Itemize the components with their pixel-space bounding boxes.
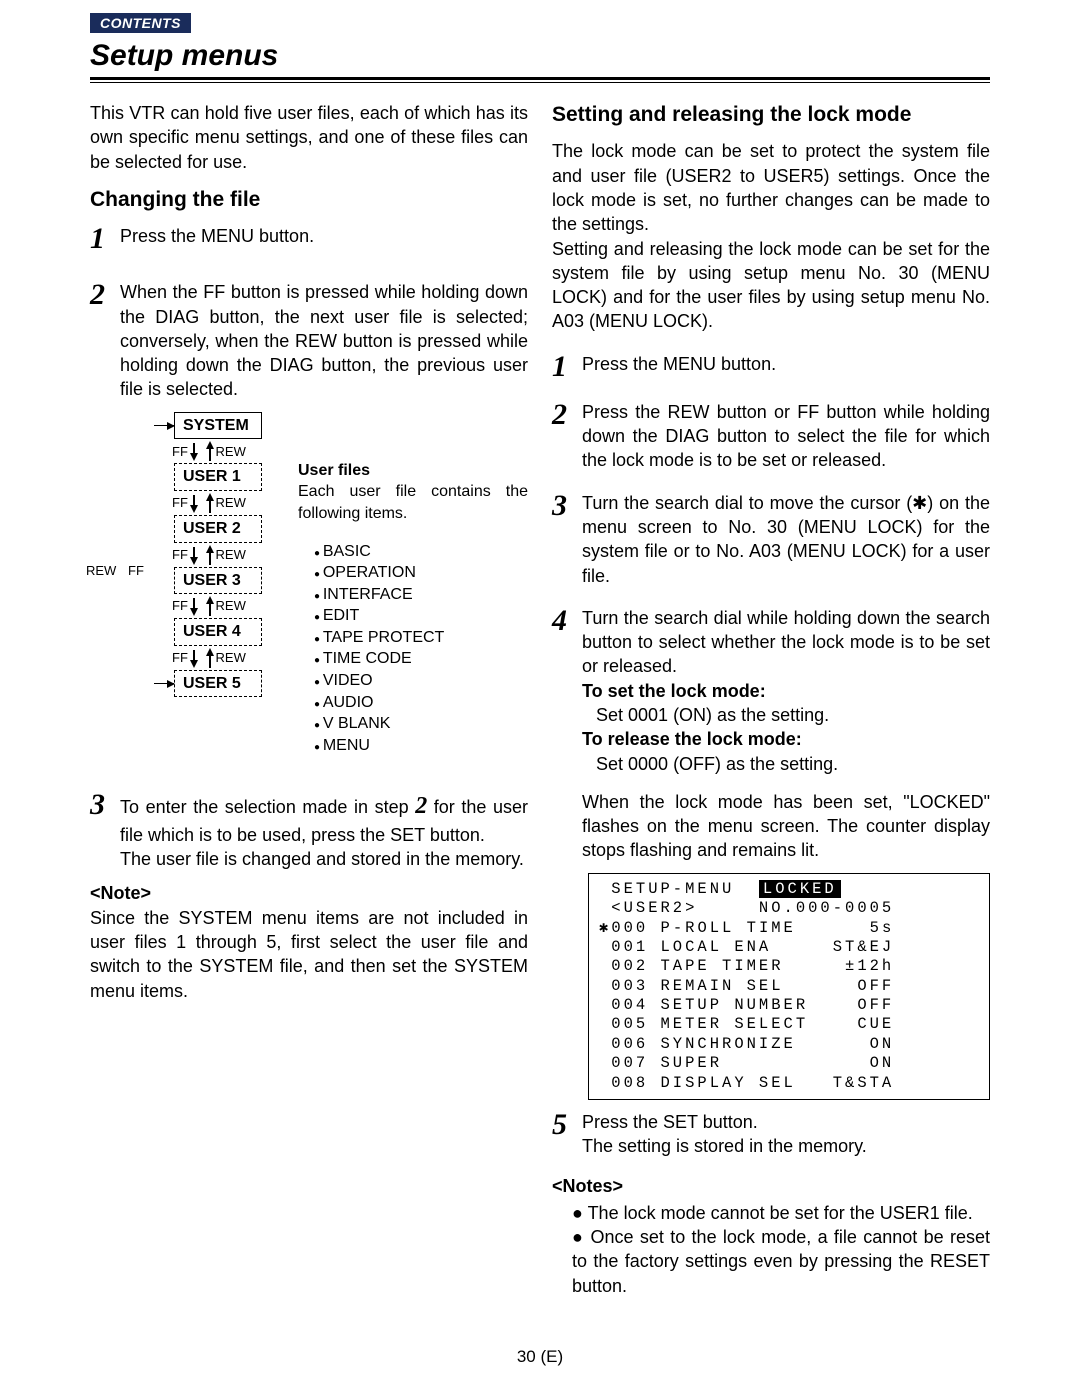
diagram-outer-rew: REW (86, 562, 116, 580)
list-item: INTERFACE (314, 584, 528, 606)
list-item: TAPE PROTECT (314, 627, 528, 649)
list-item: AUDIO (314, 692, 528, 714)
heading-lock-mode: Setting and releasing the lock mode (552, 101, 990, 129)
step-body-3r: Turn the search dial to move the cursor … (582, 491, 990, 588)
list-item: OPERATION (314, 562, 528, 584)
step-number-3: 3 (90, 790, 112, 820)
step-body-3: To enter the selection made in step 2 fo… (120, 790, 528, 871)
list-item: EDIT (314, 605, 528, 627)
step-body-5r: Press the SET button. The setting is sto… (582, 1110, 990, 1159)
notes-list: The lock mode cannot be set for the USER… (552, 1201, 990, 1298)
step-number-2r: 2 (552, 400, 574, 430)
step-body-2: When the FF button is pressed while hold… (120, 280, 528, 401)
arrow-up-icon (206, 441, 214, 449)
diagram-user3-box: USER 3 (174, 567, 262, 595)
rule-heavy (90, 77, 990, 80)
list-item: VIDEO (314, 670, 528, 692)
note-heading: <Note> (90, 881, 528, 905)
step-number-1: 1 (90, 224, 112, 254)
contents-tab[interactable]: CONTENTS (90, 13, 191, 33)
diagram-user2-box: USER 2 (174, 515, 262, 543)
step-number-2: 2 (90, 280, 112, 310)
list-item: TIME CODE (314, 648, 528, 670)
nav-ff-label: FF (172, 443, 188, 461)
diagram-user1-box: USER 1 (174, 463, 262, 491)
list-item: V BLANK (314, 713, 528, 735)
nav-rew-label: REW (216, 443, 246, 461)
lcd-screen: SETUP-MENU LOCKED <USER2> NO.000-0005 ✱0… (588, 873, 990, 1100)
list-item: The lock mode cannot be set for the USER… (572, 1201, 990, 1225)
step-number-4r: 4 (552, 606, 574, 636)
diagram-user4-box: USER 4 (174, 618, 262, 646)
lock-intro-1: The lock mode can be set to protect the … (552, 139, 990, 236)
arrow-down-icon (190, 453, 198, 461)
intro-left: This VTR can hold five user files, each … (90, 101, 528, 174)
diagram-user5-box: USER 5 (174, 670, 262, 698)
step-number-1r: 1 (552, 352, 574, 382)
locked-indicator: LOCKED (759, 880, 841, 898)
user-files-intro: Each user file contains the following it… (298, 481, 528, 524)
list-item: Once set to the lock mode, a file cannot… (572, 1225, 990, 1298)
step-number-3r: 3 (552, 491, 574, 521)
heading-changing-file: Changing the file (90, 186, 528, 214)
step-number-5r: 5 (552, 1110, 574, 1140)
step-body-1r: Press the MENU button. (582, 352, 990, 376)
note-body: Since the SYSTEM menu items are not incl… (90, 906, 528, 1003)
step-body-4r: Turn the search dial while holding down … (582, 606, 990, 863)
list-item: BASIC (314, 541, 528, 563)
page-title: Setup menus (90, 39, 990, 73)
page-number: 30 (E) (0, 1347, 1080, 1367)
user-file-items: BASIC OPERATION INTERFACE EDIT TAPE PROT… (294, 541, 528, 757)
step-body-2r: Press the REW button or FF button while … (582, 400, 990, 473)
diagram-system-box: SYSTEM (174, 412, 262, 440)
notes-heading: <Notes> (552, 1174, 990, 1198)
list-item: MENU (314, 735, 528, 757)
lock-intro-2: Setting and releasing the lock mode can … (552, 237, 990, 334)
step-body-1: Press the MENU button. (120, 224, 528, 248)
user-files-title: User files (298, 460, 528, 482)
diagram-outer-ff: FF (128, 562, 144, 580)
file-diagram: REW FF SYSTEM FF (90, 412, 528, 773)
rule-thin (90, 82, 990, 83)
